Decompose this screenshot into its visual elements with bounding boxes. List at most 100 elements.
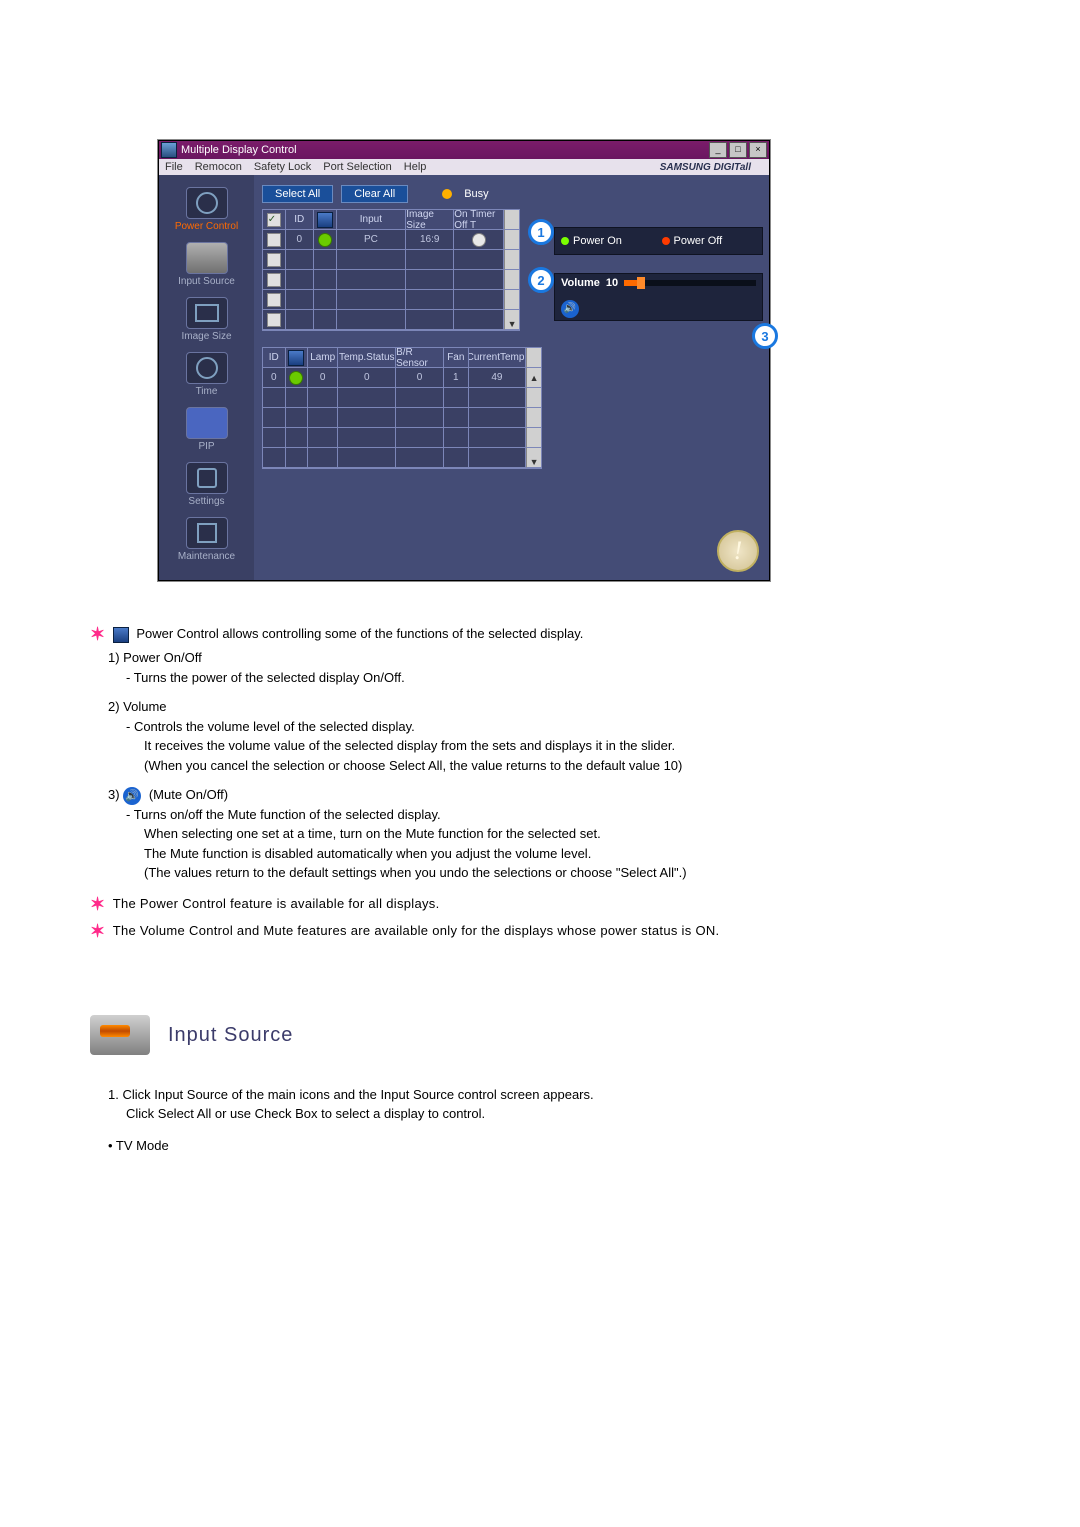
doc-line: - Turns on/off the Mute function of the … [126,805,990,825]
doc-line: ✶ The Volume Control and Mute features a… [90,918,990,945]
btn-label: Power Off [674,235,723,247]
menu-port-selection[interactable]: Port Selection [323,161,391,173]
window-title: Multiple Display Control [181,144,297,156]
col-br-sensor: B/R Sensor [396,348,444,368]
main-pane: Select All Clear All Busy ID Input Image… [254,175,769,580]
star-icon: ✶ [90,624,105,644]
info-icon[interactable]: ! [717,530,759,572]
cell-current-temp: 49 [469,368,527,388]
table-row [263,388,541,408]
text: 3) [108,787,120,802]
callout-3: 3 [752,323,778,349]
volume-slider[interactable] [624,280,756,286]
menu-remocon[interactable]: Remocon [195,161,242,173]
row-checkbox[interactable] [267,273,281,287]
row-checkbox[interactable] [267,253,281,267]
mute-icon[interactable]: 🔊 [561,300,579,318]
doc-line: It receives the volume value of the sele… [144,736,990,756]
col-input: Input [337,210,407,230]
info-icon [113,627,129,643]
callout-2: 2 [528,267,554,293]
doc-line: Click Select All or use Check Box to sel… [126,1104,990,1124]
table-row: ▼ [263,448,541,468]
menu-file[interactable]: File [165,161,183,173]
select-all-button[interactable]: Select All [262,185,333,203]
section-title: Input Source [168,1020,293,1050]
power-off-button[interactable]: Power Off [662,235,757,247]
busy-label: Busy [464,188,488,200]
col-id: ID [286,210,314,230]
sidebar-item-power-control[interactable]: Power Control [159,187,254,232]
led-off-icon [662,237,670,245]
doc-line: • TV Mode [108,1136,990,1156]
mute-icon: 🔊 [123,787,141,805]
close-button[interactable]: × [749,142,767,158]
menu-safety-lock[interactable]: Safety Lock [254,161,311,173]
titlebar: Multiple Display Control _ □ × [159,141,769,159]
time-icon [186,352,228,384]
doc-line: When selecting one set at a time, turn o… [144,824,990,844]
sidebar-item-time[interactable]: Time [159,352,254,397]
volume-label: Volume [561,277,600,289]
pip-icon [186,407,228,439]
scroll-up-icon[interactable]: ▲ [530,373,539,383]
col-current-temp: CurrentTemp. [469,348,527,368]
sidebar-item-label: Time [159,386,254,397]
table-row [263,290,519,310]
maximize-button[interactable]: □ [729,142,747,158]
sidebar-item-label: Power Control [159,221,254,232]
power-on-button[interactable]: Power On [561,235,656,247]
minimize-button[interactable]: _ [709,142,727,158]
maintenance-grid: ID Lamp Temp.Status B/R Sensor Fan Curre… [262,347,542,469]
doc-line: 2) Volume [108,697,990,717]
status-dot-icon [318,233,332,247]
cell-id: 0 [286,230,314,250]
busy-indicator-icon [442,189,452,199]
power-icon [186,187,228,219]
table-row [263,428,541,448]
app-icon [161,142,177,158]
row-checkbox[interactable] [267,293,281,307]
text: Click Input Source of the main icons and… [122,1087,593,1102]
btn-label: Power On [573,235,622,247]
power-panel: Power On Power Off [554,227,763,255]
col-lamp: Lamp [308,348,338,368]
table-row[interactable]: 0 PC 16:9 [263,230,519,250]
row-checkbox[interactable] [267,233,281,247]
doc-line: ✶ Power Control allows controlling some … [90,621,990,648]
clear-all-button[interactable]: Clear All [341,185,408,203]
table-row [263,270,519,290]
cell-lamp: 0 [308,368,338,388]
image-size-icon [186,297,228,329]
sidebar-item-image-size[interactable]: Image Size [159,297,254,342]
select-all-checkbox[interactable] [267,213,281,227]
sidebar-item-input-source[interactable]: Input Source [159,242,254,287]
row-checkbox[interactable] [267,313,281,327]
sidebar-item-settings[interactable]: Settings [159,462,254,507]
scroll-down-icon[interactable]: ▼ [530,457,539,467]
doc-line: 1. Click Input Source of the main icons … [90,1085,990,1105]
scrollbar[interactable] [504,230,519,250]
menu-help[interactable]: Help [404,161,427,173]
scrollbar[interactable]: ▲ [526,368,541,388]
doc-line: 3) 🔊 (Mute On/Off) [108,785,990,805]
cell-br-sensor: 0 [396,368,444,388]
sidebar-item-pip[interactable]: PIP [159,407,254,452]
scroll-down-icon[interactable]: ▼ [508,319,517,329]
table-row [263,250,519,270]
col-image-size: Image Size [406,210,454,230]
doc-line: - Controls the volume level of the selec… [126,717,990,737]
settings-icon [186,462,228,494]
toolbar: Select All Clear All Busy [262,185,761,203]
col-timer: On Timer Off T [454,210,504,230]
callout-1: 1 [528,219,554,245]
cell-input: PC [337,230,407,250]
sidebar-item-label: Settings [159,496,254,507]
sidebar-item-maintenance[interactable]: Maintenance [159,517,254,562]
grid-header: ID Lamp Temp.Status B/R Sensor Fan Curre… [263,348,541,368]
grid-header: ID Input Image Size On Timer Off T [263,210,519,230]
text: 1. [108,1087,119,1102]
table-row: ▼ [263,310,519,330]
table-row[interactable]: 0 0 0 0 1 49 ▲ [263,368,541,388]
text: (Mute On/Off) [149,787,228,802]
